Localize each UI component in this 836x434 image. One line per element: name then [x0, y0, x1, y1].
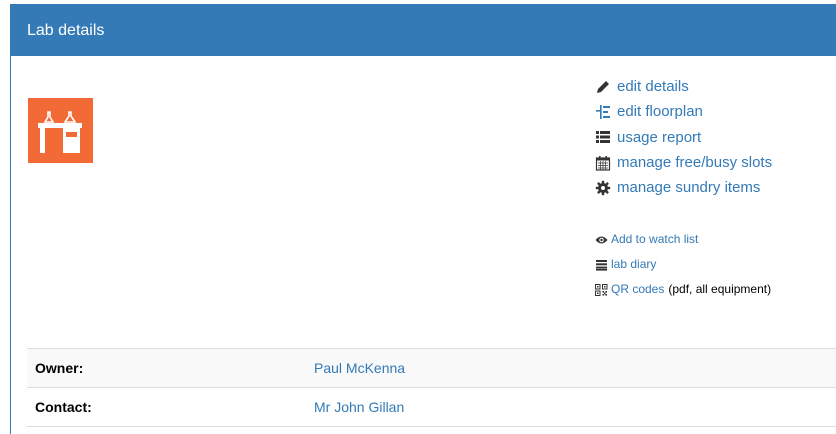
edit-details-link[interactable]: edit details: [595, 74, 772, 99]
edit-floorplan-link[interactable]: edit floorplan: [595, 99, 772, 124]
lab-actions: edit details edit floorplan usage report…: [595, 74, 772, 200]
manage-sundry-link[interactable]: manage sundry items: [595, 175, 772, 200]
owner-label: Owner:: [27, 348, 306, 388]
qr-codes-link[interactable]: QR codes: [611, 277, 664, 302]
secondary-links: Add to watch list lab diary QR codes (pd…: [595, 227, 771, 302]
lab-diary-label[interactable]: lab diary: [611, 252, 656, 277]
table-row: Contact: Mr John Gillan: [27, 387, 836, 427]
floorplan-icon: [595, 104, 613, 120]
qr-codes-note: (pdf, all equipment): [668, 282, 772, 296]
watch-list-label[interactable]: Add to watch list: [611, 227, 698, 252]
panel-title: Lab details: [11, 5, 836, 56]
manage-slots-link[interactable]: manage free/busy slots: [595, 150, 772, 175]
eye-icon: [595, 232, 608, 248]
contact-label: Contact:: [27, 387, 306, 427]
watch-list-link[interactable]: Add to watch list: [595, 227, 771, 252]
lab-details-panel: Lab details edit details edit floorplan …: [10, 4, 836, 434]
contact-link[interactable]: Mr John Gillan: [314, 399, 404, 415]
qr-codes-row: QR codes (pdf, all equipment): [595, 277, 771, 302]
edit-floorplan-label[interactable]: edit floorplan: [617, 99, 703, 124]
usage-report-link[interactable]: usage report: [595, 125, 772, 150]
lab-diary-link[interactable]: lab diary: [595, 252, 771, 277]
manage-slots-label[interactable]: manage free/busy slots: [617, 150, 772, 175]
owner-link[interactable]: Paul McKenna: [314, 360, 405, 376]
manage-sundry-label[interactable]: manage sundry items: [617, 175, 760, 200]
lab-details-table: Owner: Paul McKenna Contact: Mr John Gil…: [27, 348, 836, 427]
edit-details-label[interactable]: edit details: [617, 74, 689, 99]
pencil-icon: [595, 79, 613, 95]
usage-report-label[interactable]: usage report: [617, 125, 701, 150]
contact-value: Mr John Gillan: [306, 387, 836, 427]
table-row: Owner: Paul McKenna: [27, 348, 836, 388]
gear-icon: [595, 180, 613, 196]
lab-bench-icon: [28, 98, 93, 163]
diary-icon: [595, 257, 608, 273]
calendar-icon: [595, 155, 613, 171]
owner-value: Paul McKenna: [306, 348, 836, 388]
list-icon: [595, 129, 613, 145]
qr-code-icon: [595, 282, 608, 298]
